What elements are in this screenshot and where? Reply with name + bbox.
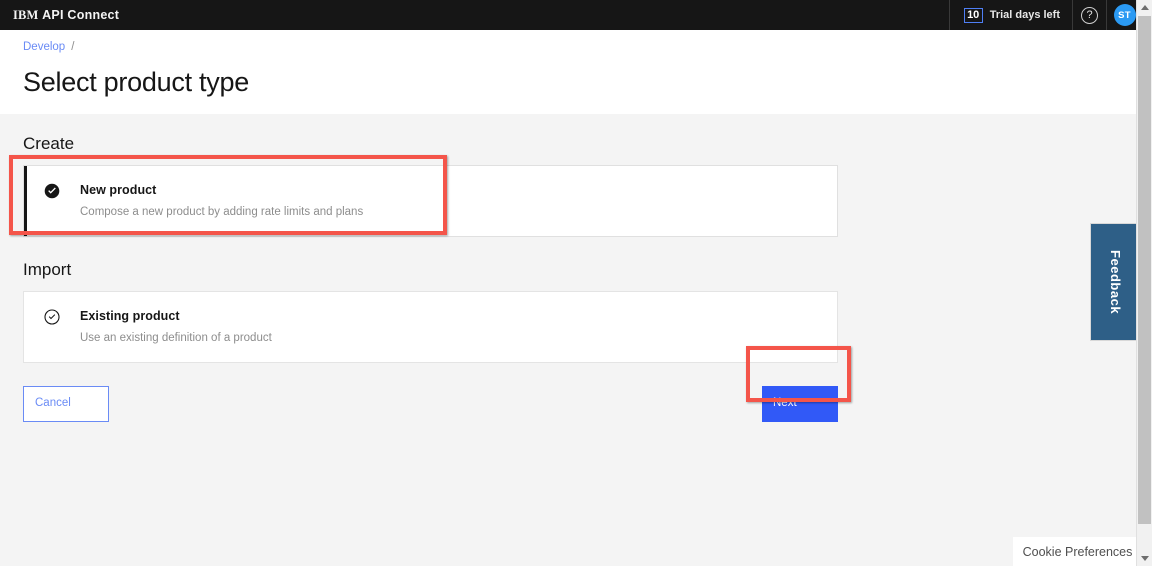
checkmark-outline-icon bbox=[44, 309, 60, 325]
brand-product-text: API Connect bbox=[42, 8, 120, 22]
breadcrumb-item-develop[interactable]: Develop bbox=[23, 39, 65, 55]
scrollbar-thumb[interactable] bbox=[1138, 16, 1151, 524]
new-product-tile-body: New product Compose a new product by add… bbox=[80, 182, 821, 220]
scroll-up-arrow-icon[interactable] bbox=[1137, 0, 1152, 15]
cancel-button[interactable]: Cancel bbox=[23, 386, 109, 422]
vertical-scrollbar[interactable] bbox=[1136, 0, 1152, 566]
import-section-heading: Import bbox=[23, 260, 72, 279]
create-section-heading: Create bbox=[23, 134, 75, 153]
existing-product-description: Use an existing definition of a product bbox=[80, 332, 272, 344]
existing-product-title: Existing product bbox=[80, 309, 180, 323]
help-icon: ? bbox=[1081, 6, 1098, 24]
avatar: ST bbox=[1113, 4, 1136, 26]
new-product-tile[interactable]: New product Compose a new product by add… bbox=[23, 165, 838, 237]
main-content: Create New product Compose a new product… bbox=[0, 114, 1142, 566]
checkmark-filled-icon bbox=[44, 183, 60, 199]
existing-product-tile-inner: Existing product Use an existing definit… bbox=[44, 308, 821, 346]
top-navigation-bar: IBM API Connect 10 Trial days left ? ST bbox=[0, 0, 1142, 30]
brand-ibm-text: IBM bbox=[13, 8, 39, 22]
next-button[interactable]: Next bbox=[762, 386, 838, 422]
help-button[interactable]: ? bbox=[1072, 0, 1106, 30]
feedback-tab[interactable]: Feedback bbox=[1090, 223, 1141, 341]
trial-days-count: 10 bbox=[963, 7, 983, 23]
app-root: IBM API Connect 10 Trial days left ? ST … bbox=[0, 0, 1152, 566]
breadcrumb-separator: / bbox=[71, 41, 75, 53]
trial-days-indicator[interactable]: 10 Trial days left bbox=[948, 0, 1072, 30]
new-product-title: New product bbox=[80, 183, 157, 197]
existing-product-tile-body: Existing product Use an existing definit… bbox=[80, 308, 821, 346]
new-product-tile-inner: New product Compose a new product by add… bbox=[44, 182, 821, 220]
cookie-preferences-button[interactable]: Cookie Preferences bbox=[1013, 537, 1142, 566]
page-title: Select product type bbox=[23, 67, 250, 97]
new-product-description: Compose a new product by adding rate lim… bbox=[80, 206, 364, 218]
breadcrumb: Develop / bbox=[23, 39, 1142, 55]
trial-days-label: Trial days left bbox=[989, 9, 1060, 21]
existing-product-tile[interactable]: Existing product Use an existing definit… bbox=[23, 291, 838, 363]
page-header: Develop / Select product type bbox=[0, 30, 1142, 114]
cookie-preferences-label: Cookie Preferences bbox=[1022, 544, 1133, 559]
action-bar: Cancel Next bbox=[23, 386, 838, 422]
scroll-down-arrow-icon[interactable] bbox=[1137, 551, 1152, 566]
feedback-tab-label: Feedback bbox=[1108, 249, 1123, 315]
brand-logo[interactable]: IBM API Connect bbox=[0, 0, 119, 30]
topbar-right-group: 10 Trial days left ? ST bbox=[948, 0, 1142, 30]
